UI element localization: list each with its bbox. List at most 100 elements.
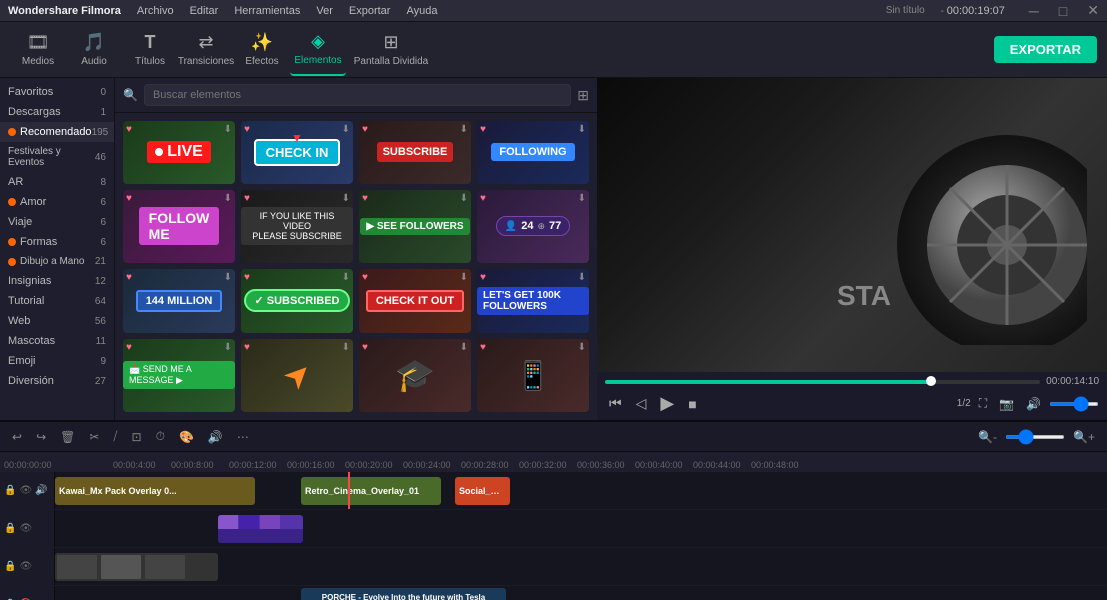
sidebar-item-insignias[interactable]: Insignias 12 <box>0 271 114 291</box>
svg-text:STA: STA <box>837 280 891 311</box>
menu-herramientas[interactable]: Herramientas <box>234 5 300 17</box>
play-button[interactable]: ▶ <box>656 391 678 416</box>
track-eye-icon[interactable]: 👁 <box>19 485 32 496</box>
menu-ver[interactable]: Ver <box>316 5 333 17</box>
zoom-slider[interactable] <box>1005 435 1065 439</box>
minimize-button[interactable]: ─ <box>1029 3 1039 19</box>
volume-slider[interactable] <box>1049 402 1099 406</box>
zoom-out-button[interactable]: 🔍- <box>974 428 1001 446</box>
img-thumb3 <box>145 555 185 579</box>
tutorial-label: Tutorial <box>8 295 44 307</box>
clip-image3[interactable] <box>55 553 218 581</box>
more-button[interactable]: ⋯ <box>233 428 253 446</box>
element-card-subscribed[interactable]: ♥ ✓ SUBSCRIBED ⬇ Social_Media_Icons_Pac.… <box>241 269 353 333</box>
tool-titulos[interactable]: T Títulos <box>122 24 178 76</box>
clip-retro[interactable]: Retro_Cinema_Overlay_01 <box>301 477 441 505</box>
element-card-100k[interactable]: ♥ LET'S GET 100K FOLLOWERS ⬇ Social_Medi… <box>477 269 589 333</box>
tool-transiciones[interactable]: ⇄ Transiciones <box>178 24 234 76</box>
fullscreen-button[interactable]: ⛶ <box>975 394 991 413</box>
element-card-followers[interactable]: ♥ 👤 24 ⊕ 77 ⬇ Social_Media_Icons_Pac... <box>477 190 589 264</box>
sidebar-item-viaje[interactable]: Viaje 6 <box>0 212 114 232</box>
stop-button[interactable]: ■ <box>684 394 700 414</box>
sidebar-item-tutorial[interactable]: Tutorial 64 <box>0 291 114 311</box>
sidebar-item-descargas[interactable]: Descargas 1 <box>0 102 114 122</box>
sidebar-item-favoritos[interactable]: Favoritos 0 <box>0 82 114 102</box>
track-lock-icon[interactable]: 🔒 <box>4 523 16 534</box>
menu-editar[interactable]: Editar <box>190 5 219 17</box>
element-card-hat[interactable]: ♥ 🎓 ⬇ Social_Media_Icons_Pac... <box>359 339 471 413</box>
progress-thumb[interactable] <box>926 376 936 386</box>
clip-kawai[interactable]: Kawai_Mx Pack Overlay 0... <box>55 477 255 505</box>
play-prev-button[interactable]: ◁ <box>632 393 651 414</box>
sidebar-item-ar[interactable]: AR 8 <box>0 172 114 192</box>
menu-ayuda[interactable]: Ayuda <box>406 5 437 17</box>
zoom-in-button[interactable]: 🔍+ <box>1069 428 1099 446</box>
split-button[interactable]: ⧸ <box>109 427 121 446</box>
sidebar-item-festivales[interactable]: Festivales y Eventos 46 <box>0 142 114 172</box>
element-card-arrow[interactable]: ♥ ➤ ⬇ Social_Media_Icons_Pac... <box>241 339 353 413</box>
menu-archivo[interactable]: Archivo <box>137 5 174 17</box>
delete-button[interactable]: 🗑 <box>56 428 79 446</box>
sidebar-item-mascotas[interactable]: Mascotas 11 <box>0 331 114 351</box>
element-card-following[interactable]: ♥ FOLLOWING ⬇ Social_Media_Icons_Pac... <box>477 121 589 184</box>
tool-pantalla-dividida[interactable]: ⊞ Pantalla Dividida <box>346 24 436 76</box>
sidebar-item-web[interactable]: Web 56 <box>0 311 114 331</box>
step-back-button[interactable]: ⏮ <box>605 393 626 414</box>
track-audio-icon[interactable]: 🔊 <box>35 485 47 496</box>
progress-bar[interactable] <box>605 380 1040 384</box>
clip-audio[interactable]: PORCHE - Evolve Into the future with Tes… <box>301 588 506 600</box>
undo-button[interactable]: ↩ <box>8 428 26 446</box>
close-button[interactable]: ✕ <box>1087 2 1099 19</box>
favorite-heart-icon: ♥ <box>362 193 368 204</box>
element-card-message[interactable]: ♥ 📩 SEND ME A MESSAGE ▶ ⬇ Social_Media_I… <box>123 339 235 413</box>
tool-efectos[interactable]: ✨ Efectos <box>234 24 290 76</box>
maximize-button[interactable]: □ <box>1059 3 1067 19</box>
track-row-video3: 🔒 👁 <box>0 548 1107 586</box>
sidebar-item-diversion[interactable]: Diversión 27 <box>0 371 114 391</box>
emoji-label: Emoji <box>8 355 36 367</box>
element-card-checkitout[interactable]: ♥ CHECK IT OUT ⬇ Social_Media_Icons_Pac.… <box>359 269 471 333</box>
sidebar-item-recomendado[interactable]: Recomendado 195 <box>0 122 114 142</box>
track-eye-icon[interactable]: 👁 <box>19 523 32 534</box>
volume-button[interactable]: 🔊 <box>1022 395 1045 413</box>
tool-elementos[interactable]: ◈ Elementos <box>290 24 346 76</box>
track-eye-icon[interactable]: 👁 <box>19 561 32 572</box>
element-card-million[interactable]: ♥ 144 MILLION ⬇ Social_Media_Icons_Pac..… <box>123 269 235 333</box>
export-button[interactable]: EXPORTAR <box>994 36 1097 63</box>
search-input[interactable] <box>144 84 571 106</box>
element-card-phone[interactable]: ♥ 📱 ⬇ Social_Media_Icons_Pac... <box>477 339 589 413</box>
tool-medios[interactable]: 🎞 Medios <box>10 24 66 76</box>
element-card-checkin[interactable]: ♥ CHECK IN ⬇ Social_Media_Icons_Pac... <box>241 121 353 184</box>
menu-exportar[interactable]: Exportar <box>349 5 391 17</box>
favorite-heart-icon: ♥ <box>126 272 132 283</box>
sidebar-item-emoji[interactable]: Emoji 9 <box>0 351 114 371</box>
million-badge: 144 MILLION <box>136 290 223 312</box>
tool-audio[interactable]: 🎵 Audio <box>66 24 122 76</box>
duration-display: 00:00:14:10 <box>1046 376 1099 387</box>
element-card-followme[interactable]: ♥ FOLLOWME ⬇ Social_Media_Icons_Pac... <box>123 190 235 264</box>
sidebar-item-dibujo[interactable]: Dibujo a Mano 21 <box>0 252 114 271</box>
sidebar-item-formas[interactable]: Formas 6 <box>0 232 114 252</box>
download-icon: ⬇ <box>460 124 468 135</box>
redo-button[interactable]: ↪ <box>32 428 50 446</box>
color-button[interactable]: 🎨 <box>175 428 198 446</box>
snapshot-button[interactable]: 📷 <box>995 395 1018 413</box>
crop-button[interactable]: ⊡ <box>128 428 146 446</box>
track-lock-icon[interactable]: 🔒 <box>4 561 16 572</box>
element-card-subscribe[interactable]: ♥ SUBSCRIBE ⬇ Social_Media_Icons_Pac... <box>359 121 471 184</box>
clip-overlay2[interactable] <box>218 515 303 543</box>
cut-button[interactable]: ✂ <box>85 428 103 446</box>
ctrl-right: 1/2 ⛶ 📷 🔊 <box>957 394 1099 413</box>
element-thumb-message: ♥ 📩 SEND ME A MESSAGE ▶ ⬇ <box>123 339 235 413</box>
audio-button[interactable]: 🔊 <box>204 428 227 446</box>
element-card-seefollowers[interactable]: ♥ ▶ SEE FOLLOWERS ⬇ Social_Media_Icons_P… <box>359 190 471 264</box>
clip-social[interactable]: Social_Media_... <box>455 477 510 505</box>
timeline-toolbar: ↩ ↪ 🗑 ✂ ⧸ ⊡ ⏱ 🎨 🔊 ⋯ 🔍- 🔍+ <box>0 422 1107 452</box>
track-lock-icon[interactable]: 🔒 <box>4 485 16 496</box>
speed-button[interactable]: ⏱ <box>152 427 169 446</box>
thumb1 <box>218 515 238 529</box>
sidebar-item-amor[interactable]: Amor 6 <box>0 192 114 212</box>
element-card-please[interactable]: ♥ IF YOU LIKE THIS VIDEOPLEASE SUBSCRIBE… <box>241 190 353 264</box>
grid-view-icon[interactable]: ⊞ <box>577 87 589 104</box>
element-card-live[interactable]: ♥ LIVE ⬇ Social_Media_Icons_Pac... <box>123 121 235 184</box>
